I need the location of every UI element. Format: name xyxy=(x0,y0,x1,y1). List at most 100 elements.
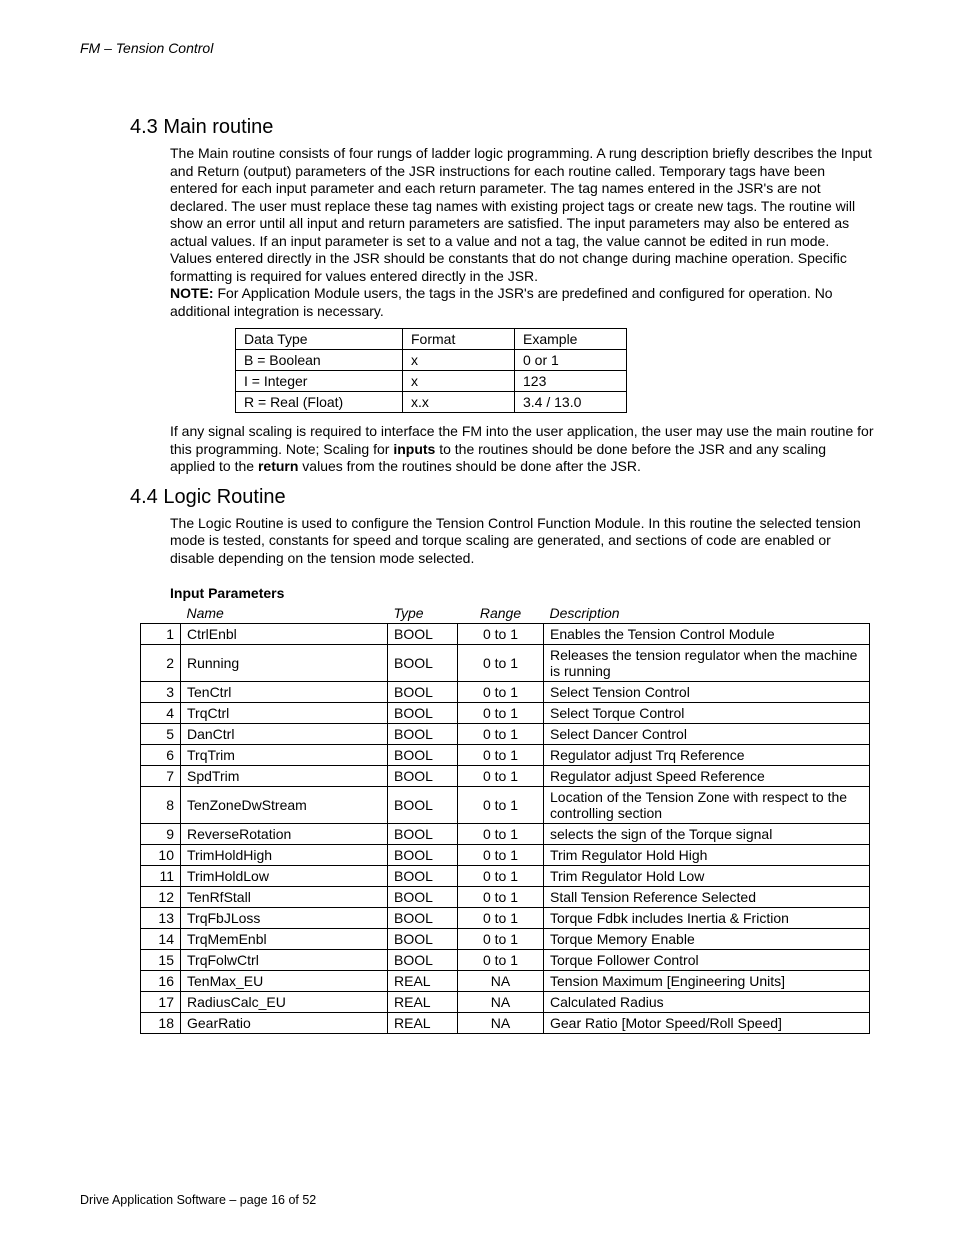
input-parameters-heading: Input Parameters xyxy=(170,585,874,601)
cell: I = Integer xyxy=(236,371,403,392)
table-row: 2RunningBOOL0 to 1Releases the tension r… xyxy=(141,645,870,682)
cell-range: 0 to 1 xyxy=(458,929,544,950)
table-row: 6TrqTrimBOOL0 to 1Regulator adjust Trq R… xyxy=(141,745,870,766)
cell-name: TenRfStall xyxy=(181,887,388,908)
note-text: For Application Module users, the tags i… xyxy=(170,285,833,319)
cell-range: NA xyxy=(458,992,544,1013)
para-text: The Main routine consists of four rungs … xyxy=(170,145,872,284)
cell-desc: Regulator adjust Trq Reference xyxy=(544,745,870,766)
col-desc-header: Description xyxy=(544,603,870,624)
cell-name: TrimHoldHigh xyxy=(181,845,388,866)
cell: B = Boolean xyxy=(236,350,403,371)
cell-range: NA xyxy=(458,1013,544,1034)
cell: x.x xyxy=(403,392,515,413)
cell-range: 0 to 1 xyxy=(458,703,544,724)
cell-num: 12 xyxy=(141,887,181,908)
cell-type: BOOL xyxy=(388,724,458,745)
cell-range: 0 to 1 xyxy=(458,866,544,887)
section-4-3-heading: 4.3 Main routine xyxy=(130,116,874,139)
bold-inputs: inputs xyxy=(393,441,435,457)
cell-name: TrqFbJLoss xyxy=(181,908,388,929)
col-range-header: Range xyxy=(458,603,544,624)
cell-range: NA xyxy=(458,971,544,992)
cell-range: 0 to 1 xyxy=(458,787,544,824)
table-row: 10TrimHoldHighBOOL0 to 1Trim Regulator H… xyxy=(141,845,870,866)
data-type-table: Data Type Format Example B = Boolean x 0… xyxy=(235,328,627,413)
cell-range: 0 to 1 xyxy=(458,745,544,766)
table-row: R = Real (Float) x.x 3.4 / 13.0 xyxy=(236,392,627,413)
cell-num: 18 xyxy=(141,1013,181,1034)
cell-name: TrimHoldLow xyxy=(181,866,388,887)
table-row: 16TenMax_EUREALNATension Maximum [Engine… xyxy=(141,971,870,992)
cell-num: 14 xyxy=(141,929,181,950)
cell-type: REAL xyxy=(388,971,458,992)
dt-header-format: Format xyxy=(403,329,515,350)
cell-desc: Stall Tension Reference Selected xyxy=(544,887,870,908)
cell-name: TrqMemEnbl xyxy=(181,929,388,950)
cell-type: BOOL xyxy=(388,866,458,887)
table-row: 17RadiusCalc_EUREALNACalculated Radius xyxy=(141,992,870,1013)
table-row: B = Boolean x 0 or 1 xyxy=(236,350,627,371)
cell-num: 9 xyxy=(141,824,181,845)
cell-name: TenCtrl xyxy=(181,682,388,703)
cell-name: TrqTrim xyxy=(181,745,388,766)
cell-range: 0 to 1 xyxy=(458,824,544,845)
cell-desc: Location of the Tension Zone with respec… xyxy=(544,787,870,824)
table-row: 5DanCtrlBOOL0 to 1Select Dancer Control xyxy=(141,724,870,745)
section-4-4-heading: 4.4 Logic Routine xyxy=(130,486,874,509)
cell-desc: Gear Ratio [Motor Speed/Roll Speed] xyxy=(544,1013,870,1034)
cell-desc: Torque Fdbk includes Inertia & Friction xyxy=(544,908,870,929)
cell-desc: Releases the tension regulator when the … xyxy=(544,645,870,682)
cell-desc: Trim Regulator Hold Low xyxy=(544,866,870,887)
dt-header-example: Example xyxy=(515,329,627,350)
cell-type: BOOL xyxy=(388,766,458,787)
cell-desc: Select Tension Control xyxy=(544,682,870,703)
cell-type: BOOL xyxy=(388,703,458,724)
cell-type: BOOL xyxy=(388,929,458,950)
table-row: 8TenZoneDwStreamBOOL0 to 1Location of th… xyxy=(141,787,870,824)
table-row: 1CtrlEnblBOOL0 to 1Enables the Tension C… xyxy=(141,624,870,645)
cell-type: BOOL xyxy=(388,624,458,645)
cell-num: 13 xyxy=(141,908,181,929)
cell-num: 1 xyxy=(141,624,181,645)
table-row: 11TrimHoldLowBOOL0 to 1Trim Regulator Ho… xyxy=(141,866,870,887)
table-row: 13TrqFbJLossBOOL0 to 1Torque Fdbk includ… xyxy=(141,908,870,929)
cell-num: 3 xyxy=(141,682,181,703)
cell-type: BOOL xyxy=(388,645,458,682)
cell-name: GearRatio xyxy=(181,1013,388,1034)
cell: 123 xyxy=(515,371,627,392)
cell-range: 0 to 1 xyxy=(458,624,544,645)
table-row: I = Integer x 123 xyxy=(236,371,627,392)
cell-type: BOOL xyxy=(388,787,458,824)
cell-num: 2 xyxy=(141,645,181,682)
cell-range: 0 to 1 xyxy=(458,724,544,745)
cell-name: DanCtrl xyxy=(181,724,388,745)
table-row: 3TenCtrlBOOL0 to 1Select Tension Control xyxy=(141,682,870,703)
cell-num: 6 xyxy=(141,745,181,766)
cell-range: 0 to 1 xyxy=(458,645,544,682)
cell-range: 0 to 1 xyxy=(458,887,544,908)
page-footer: Drive Application Software – page 16 of … xyxy=(80,1193,316,1207)
cell: 0 or 1 xyxy=(515,350,627,371)
table-row: 7SpdTrimBOOL0 to 1Regulator adjust Speed… xyxy=(141,766,870,787)
cell-desc: Regulator adjust Speed Reference xyxy=(544,766,870,787)
page: FM – Tension Control 4.3 Main routine Th… xyxy=(0,0,954,1235)
cell-desc: selects the sign of the Torque signal xyxy=(544,824,870,845)
cell-num: 17 xyxy=(141,992,181,1013)
table-header-row: Data Type Format Example xyxy=(236,329,627,350)
cell-desc: Select Dancer Control xyxy=(544,724,870,745)
section-4-3-para1: The Main routine consists of four rungs … xyxy=(170,145,874,320)
cell-name: RadiusCalc_EU xyxy=(181,992,388,1013)
table-row: 12TenRfStallBOOL0 to 1Stall Tension Refe… xyxy=(141,887,870,908)
cell: x xyxy=(403,350,515,371)
cell-type: BOOL xyxy=(388,824,458,845)
cell-desc: Calculated Radius xyxy=(544,992,870,1013)
table-row: 18GearRatioREALNAGear Ratio [Motor Speed… xyxy=(141,1013,870,1034)
cell-name: ReverseRotation xyxy=(181,824,388,845)
col-name-header: Name xyxy=(181,603,388,624)
cell-desc: Tension Maximum [Engineering Units] xyxy=(544,971,870,992)
table-row: 15TrqFolwCtrlBOOL0 to 1Torque Follower C… xyxy=(141,950,870,971)
table-header-row: Name Type Range Description xyxy=(141,603,870,624)
cell-name: CtrlEnbl xyxy=(181,624,388,645)
note-label: NOTE: xyxy=(170,285,214,301)
